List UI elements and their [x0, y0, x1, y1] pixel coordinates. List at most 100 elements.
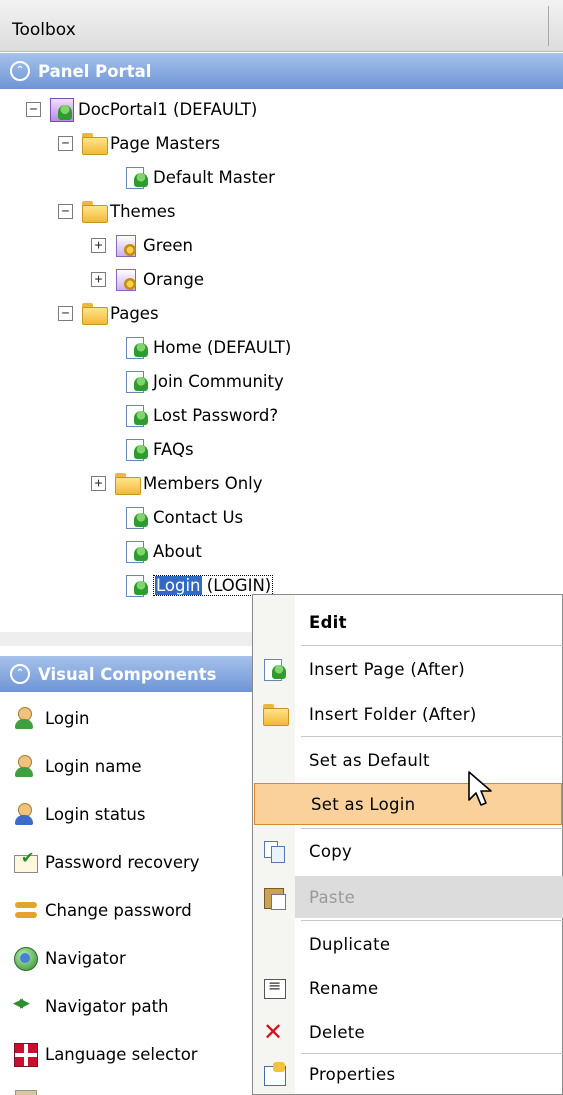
visual-components-title: Visual Components: [38, 664, 217, 684]
menu-item-paste: Paste: [295, 876, 563, 918]
user-blue-icon: [13, 802, 39, 826]
portal-icon: [49, 97, 75, 122]
menu-item-label: Copy: [309, 841, 353, 861]
menu-item-label: Properties: [309, 1064, 396, 1084]
collapse-chevron-icon[interactable]: ⌃: [10, 664, 30, 684]
component-item[interactable]: Language selector: [0, 1034, 198, 1074]
menu-item-label: Rename: [309, 978, 379, 998]
tree-node-label: FAQs: [153, 439, 194, 459]
page-icon: [124, 335, 150, 359]
folder-icon: [114, 471, 141, 495]
collapse-toggle-icon[interactable]: −: [58, 305, 73, 321]
component-label: Navigator: [45, 948, 126, 968]
expand-toggle-icon[interactable]: +: [91, 271, 106, 287]
component-item[interactable]: Login: [0, 698, 90, 738]
menu-item-properties[interactable]: Properties: [253, 1053, 563, 1095]
tree-node-label: Themes: [110, 201, 176, 221]
tree-node-label: Orange: [143, 269, 204, 289]
tree-node-label: Green: [143, 235, 193, 255]
theme-selector-icon: [13, 1086, 39, 1095]
page-icon: [124, 573, 150, 597]
collapse-toggle-icon[interactable]: −: [26, 101, 41, 117]
component-item[interactable]: Navigator path: [0, 986, 169, 1026]
component-label: Login: [45, 708, 90, 728]
tree-node-page-join[interactable]: Join Community: [124, 365, 284, 397]
menu-separator: [301, 920, 563, 921]
component-item[interactable]: Change password: [0, 890, 192, 930]
selected-node-name: Login: [155, 575, 202, 595]
panel-portal-header[interactable]: ⌃ Panel Portal: [0, 53, 563, 89]
mouse-pointer-icon: [468, 771, 492, 806]
flag-icon: [13, 1042, 39, 1067]
mail-check-icon: [13, 848, 39, 874]
tree-node-root[interactable]: − DocPortal1 (DEFAULT): [26, 93, 257, 125]
tree-node-page-lost-password[interactable]: Lost Password?: [124, 399, 278, 431]
component-label: Language selector: [45, 1044, 198, 1064]
page-icon: [124, 437, 150, 461]
folder-icon: [81, 199, 108, 223]
collapse-toggle-icon[interactable]: −: [58, 135, 73, 151]
collapse-chevron-icon[interactable]: ⌃: [10, 61, 30, 81]
tree-node-members-only[interactable]: + Members Only: [91, 467, 263, 499]
menu-item-rename[interactable]: Rename: [253, 967, 563, 1009]
component-item[interactable]: Navigator: [0, 938, 126, 978]
menu-item-label: Paste: [309, 887, 356, 907]
menu-item-label: Set as Default: [309, 750, 430, 770]
collapse-toggle-icon[interactable]: −: [58, 203, 73, 219]
folder-icon: [262, 702, 289, 726]
tree-node-page-login[interactable]: Login (LOGIN): [124, 569, 274, 601]
menu-separator: [301, 736, 563, 737]
menu-item-duplicate[interactable]: Duplicate: [253, 923, 563, 965]
user-green-icon: [13, 754, 39, 778]
tree-node-label: Page Masters: [110, 133, 221, 153]
delete-icon: [262, 1018, 286, 1046]
paste-icon: [262, 885, 286, 910]
tree-node-default-master[interactable]: Default Master: [124, 161, 275, 193]
tree-node-theme-green[interactable]: + Green: [91, 229, 193, 261]
menu-item-label: Delete: [309, 1022, 366, 1042]
expand-toggle-icon[interactable]: +: [91, 237, 106, 253]
node-suffix: (LOGIN): [201, 575, 272, 595]
page-icon: [262, 657, 286, 681]
component-label: Change password: [45, 900, 192, 920]
tree-node-page-contact[interactable]: Contact Us: [124, 501, 243, 533]
menu-item-label: Insert Page (After): [309, 659, 465, 679]
component-item[interactable]: Password recovery: [0, 842, 200, 882]
arrows-icon: [13, 994, 39, 1018]
menu-separator: [301, 828, 563, 829]
tree-node-label: Pages: [110, 303, 159, 323]
tree-node-page-masters[interactable]: − Page Masters: [58, 127, 220, 159]
tree-node-page-home[interactable]: Home (DEFAULT): [124, 331, 291, 363]
menu-item-set-default[interactable]: Set as Default: [253, 739, 563, 781]
keys-icon: [13, 898, 39, 922]
component-item-partial[interactable]: [0, 1078, 45, 1095]
tree-node-page-faqs[interactable]: FAQs: [124, 433, 194, 465]
menu-item-insert-page[interactable]: Insert Page (After): [253, 648, 563, 690]
component-item[interactable]: Login status: [0, 794, 145, 834]
menu-item-label: Duplicate: [309, 934, 391, 954]
tree-node-themes[interactable]: − Themes: [58, 195, 176, 227]
menu-item-label: Edit: [309, 612, 347, 632]
page-icon: [124, 403, 150, 427]
page-icon: [124, 539, 150, 563]
tree-node-label: Default Master: [153, 167, 275, 187]
tree-node-label: Join Community: [153, 371, 284, 391]
tree-node-theme-orange[interactable]: + Orange: [91, 263, 204, 295]
menu-item-insert-folder[interactable]: Insert Folder (After): [253, 693, 563, 735]
folder-icon: [81, 131, 108, 155]
menu-item-edit[interactable]: Edit: [253, 601, 563, 643]
menu-item-set-login[interactable]: Set as Login: [254, 783, 562, 825]
tree-node-page-about[interactable]: About: [124, 535, 202, 567]
user-green-icon: [13, 706, 39, 730]
menu-item-copy[interactable]: Copy: [253, 830, 563, 872]
tree-node-pages[interactable]: − Pages: [58, 297, 159, 329]
component-item[interactable]: Login name: [0, 746, 142, 786]
tree-node-label: Home (DEFAULT): [153, 337, 292, 357]
menu-separator: [301, 645, 563, 646]
menu-item-label: Insert Folder (After): [309, 704, 477, 724]
folder-icon: [81, 301, 108, 325]
expand-toggle-icon[interactable]: +: [91, 475, 106, 491]
component-label: Navigator path: [45, 996, 169, 1016]
menu-item-delete[interactable]: Delete: [253, 1011, 563, 1053]
component-label: Password recovery: [45, 852, 200, 872]
